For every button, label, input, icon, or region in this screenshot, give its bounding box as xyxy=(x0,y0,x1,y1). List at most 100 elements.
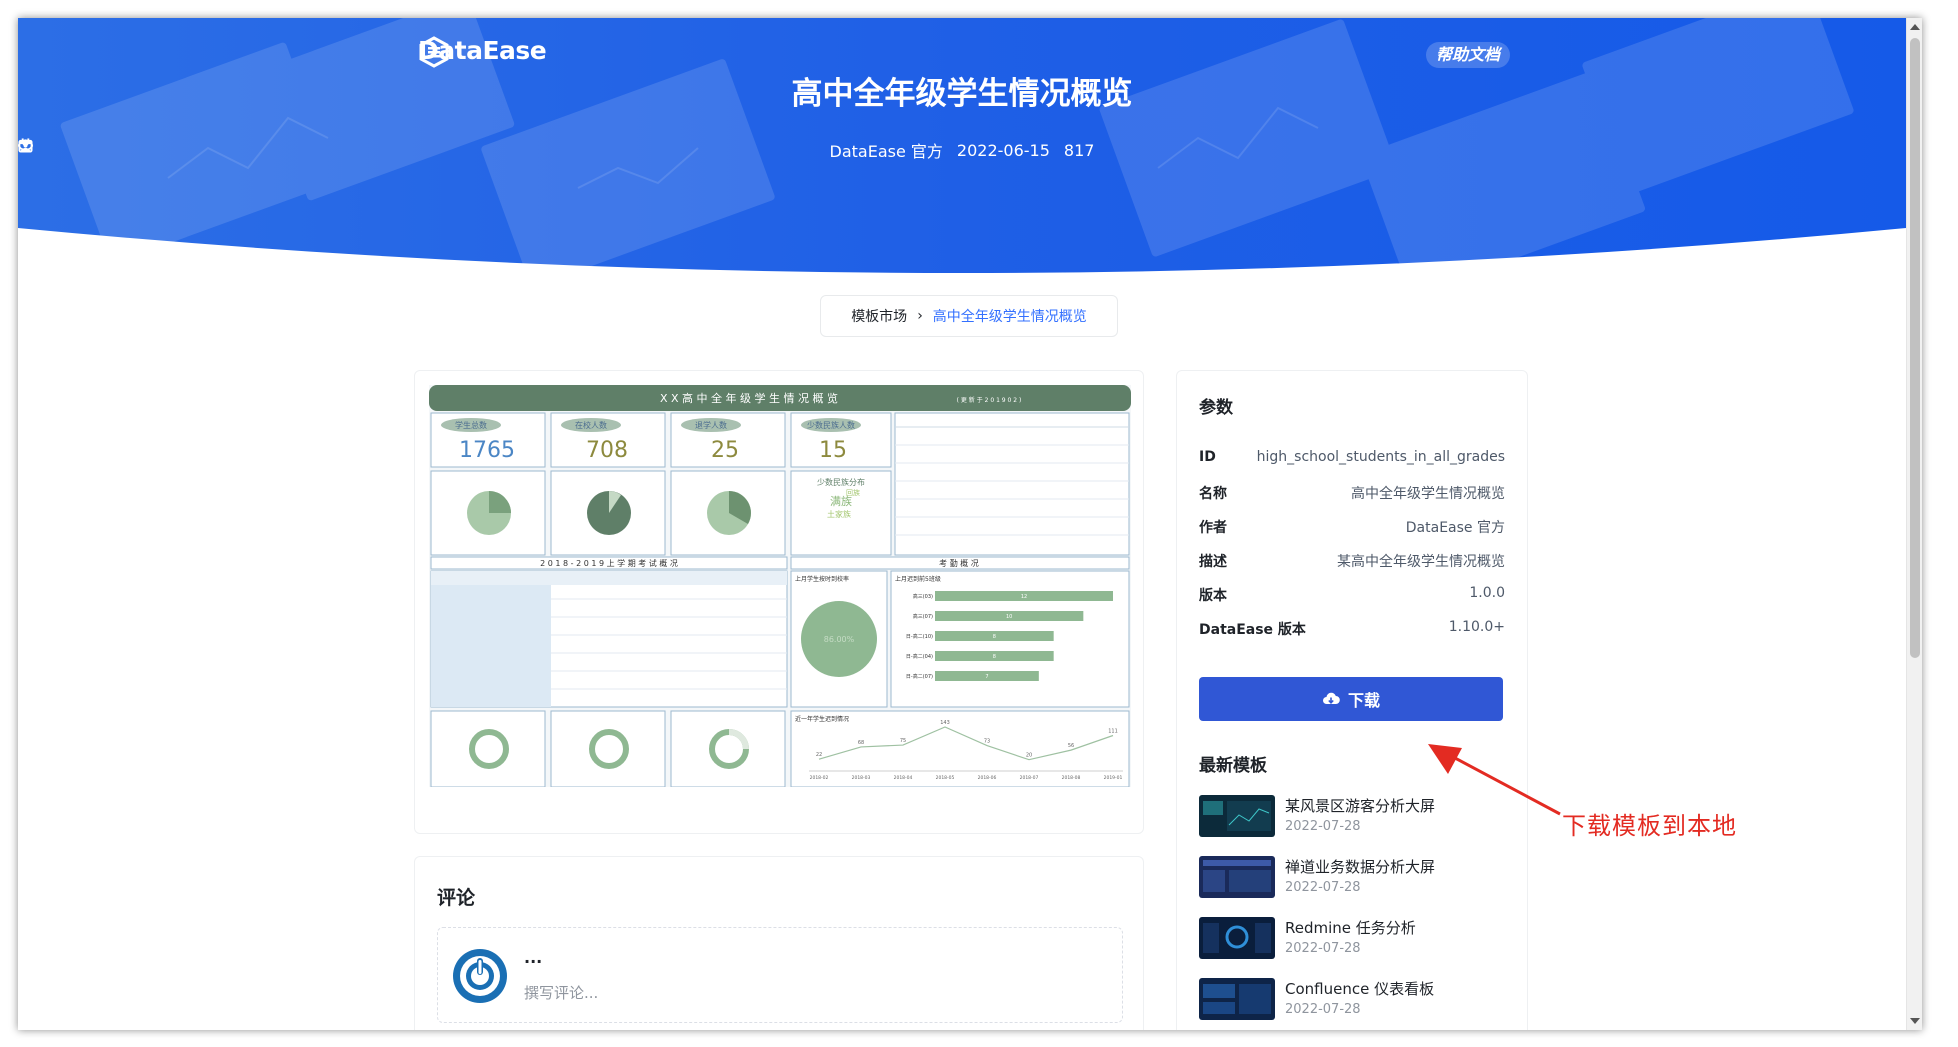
trend-month-label: 2018-02 xyxy=(810,775,829,781)
template-preview-image[interactable]: X X 高 中 全 年 级 学 生 情 况 概 览 ( 更 新 于 2 0 1 … xyxy=(429,385,1131,787)
kpi-value: 1765 xyxy=(459,438,515,463)
trend-point-label: 68 xyxy=(858,740,864,746)
dataease-logo[interactable]: DataEase xyxy=(418,36,547,68)
views-text: 817 xyxy=(1063,140,1095,160)
param-value: 1.10.0+ xyxy=(1448,619,1505,635)
template-name: 禅道业务数据分析大屏 xyxy=(1285,858,1436,876)
template-preview-card: X X 高 中 全 年 级 学 生 情 况 概 览 ( 更 新 于 2 0 1 … xyxy=(414,370,1144,834)
author-meta: DataEase 官方 xyxy=(19,138,943,162)
params-card: 参数 ID high_school_students_in_all_grades… xyxy=(1176,370,1528,1030)
scroll-down-arrow-icon[interactable] xyxy=(1910,1018,1920,1024)
date-meta: 2022-06-15 xyxy=(18,138,1050,162)
bar-label: 高三(03) xyxy=(913,593,933,600)
template-meta: DataEase 官方 2022-06-15 817 xyxy=(18,138,1906,162)
scroll-thumb[interactable] xyxy=(1910,38,1920,658)
breadcrumb-separator: › xyxy=(917,308,923,324)
page-scrollbar[interactable] xyxy=(1906,18,1922,1030)
annotation-text: 下载模板到本地 xyxy=(1562,812,1737,840)
kpi-label: 在校人数 xyxy=(575,420,607,430)
preview-trend-chart: 近一年学生迟到情况 22 2018-02 68 2018-03 75 2018-04 143… xyxy=(790,710,1130,787)
ethnic-chart-title: 少数民族分布 xyxy=(817,477,865,487)
download-label: 下载 xyxy=(1347,693,1380,710)
bar-label: 日-高二(07) xyxy=(906,673,933,680)
latest-templates-title: 最新模板 xyxy=(1199,756,1267,776)
avatar xyxy=(453,949,507,1003)
trend-point-label: 56 xyxy=(1068,743,1074,749)
bar-value: 10 xyxy=(1006,614,1012,620)
page-title: 高中全年级学生情况概览 xyxy=(791,76,1133,112)
bar-value: 12 xyxy=(1021,594,1027,600)
preview-kpi-row: 学生总数 在校人数 退学人数 少数民族人数 1765 708 25 15 xyxy=(430,412,892,468)
kpi-value: 708 xyxy=(586,438,628,463)
exam-section-title: 2 0 1 8 - 2 0 1 9 上 学 期 考 试 概 况 xyxy=(540,558,678,568)
dataease-logo-icon xyxy=(419,36,449,68)
comments-title: 评论 xyxy=(437,887,476,909)
author-text: DataEase 官方 xyxy=(829,142,943,161)
param-row-id: ID high_school_students_in_all_grades xyxy=(1199,449,1505,465)
latest-template-item[interactable]: Redmine 任务分析 2022-07-28 xyxy=(1199,915,1509,961)
trend-month-label: 2018-07 xyxy=(1020,775,1039,781)
param-row-description: 描述 某高中全年级学生情况概览 xyxy=(1199,551,1505,571)
preview-donut-row xyxy=(430,710,786,787)
param-value: 1.0.0 xyxy=(1469,585,1505,601)
trend-title: 近一年学生迟到情况 xyxy=(795,715,849,723)
latest-template-item[interactable]: 禅道业务数据分析大屏 2022-07-28 xyxy=(1199,854,1509,900)
preview-late-bars: 上月迟到前5班级 高三(03) 12 高三(07) 10 日-高二(10) 8 日-高二(0… xyxy=(890,570,1130,708)
param-row-name: 名称 高中全年级学生情况概览 xyxy=(1199,483,1505,503)
browser-viewport: DataEase 帮助文档 高中全年级学生情况概览 DataEase 官方 20… xyxy=(18,18,1922,1030)
bar-value: 8 xyxy=(993,634,996,640)
eye-icon xyxy=(18,140,33,151)
svg-text:土家族: 土家族 xyxy=(827,509,851,519)
trend-month-label: 2018-08 xyxy=(1062,775,1081,781)
comment-editor[interactable]: ... 撰写评论... xyxy=(437,927,1123,1023)
preview-class-table xyxy=(894,412,1130,556)
download-button[interactable]: 下载 xyxy=(1199,677,1503,721)
kpi-label: 退学人数 xyxy=(695,420,727,430)
trend-month-label: 2019-01 xyxy=(1104,775,1123,781)
trend-point-label: 111 xyxy=(1108,729,1118,735)
template-date: 2022-07-28 xyxy=(1285,880,1361,895)
template-date: 2022-07-28 xyxy=(1285,941,1361,956)
param-key: 名称 xyxy=(1199,486,1227,502)
template-thumbnail xyxy=(1199,856,1275,898)
ontime-title: 上月学生按时到校率 xyxy=(795,575,849,583)
template-date: 2022-07-28 xyxy=(1285,1002,1361,1017)
trend-month-label: 2018-04 xyxy=(894,775,913,781)
date-text: 2022-06-15 xyxy=(956,140,1050,160)
trend-month-label: 2018-05 xyxy=(936,775,955,781)
trend-point-label: 22 xyxy=(816,752,822,758)
breadcrumb-current: 高中全年级学生情况概览 xyxy=(932,309,1087,325)
preview-exam-table xyxy=(430,570,788,708)
comment-input[interactable]: 撰写评论... xyxy=(524,982,598,1003)
param-key: 作者 xyxy=(1199,520,1227,536)
comments-card: 评论 ... 撰写评论... xyxy=(414,856,1144,1030)
param-row-author: 作者 DataEase 官方 xyxy=(1199,517,1505,537)
breadcrumb: 模板市场 › 高中全年级学生情况概览 xyxy=(820,295,1118,337)
template-name: Confluence 仪表看板 xyxy=(1285,980,1435,998)
late-rank-title: 上月迟到前5班级 xyxy=(895,575,941,583)
param-value: 某高中全年级学生情况概览 xyxy=(1337,554,1505,570)
ontime-value: 86.00% xyxy=(824,635,855,644)
views-meta: 817 xyxy=(18,138,1095,162)
latest-template-item[interactable]: Confluence 仪表看板 2022-07-28 xyxy=(1199,976,1509,1022)
scroll-up-arrow-icon[interactable] xyxy=(1910,24,1920,30)
bar-value: 7 xyxy=(985,674,988,680)
param-key: 版本 xyxy=(1199,588,1227,604)
trend-point-label: 20 xyxy=(1026,753,1032,759)
template-thumbnail xyxy=(1199,795,1275,837)
bar-label: 高三(07) xyxy=(913,613,933,620)
breadcrumb-home-link[interactable]: 模板市场 xyxy=(851,306,907,326)
comment-user-name: ... xyxy=(524,948,543,967)
preview-ontime-panel: 上月学生按时到校率 86.00% xyxy=(790,570,888,708)
trend-point-label: 73 xyxy=(984,739,990,745)
param-value: high_school_students_in_all_grades xyxy=(1256,449,1505,465)
param-row-version: 版本 1.0.0 xyxy=(1199,585,1505,605)
param-key: 描述 xyxy=(1199,554,1227,570)
param-value: 高中全年级学生情况概览 xyxy=(1351,486,1505,502)
svg-text:回族: 回族 xyxy=(846,488,860,497)
template-name: Redmine 任务分析 xyxy=(1285,919,1416,937)
param-value: DataEase 官方 xyxy=(1405,520,1505,536)
bar-value: 8 xyxy=(993,654,996,660)
attendance-section-title: 考 勤 概 况 xyxy=(939,558,979,568)
help-docs-link[interactable]: 帮助文档 xyxy=(1426,42,1511,68)
